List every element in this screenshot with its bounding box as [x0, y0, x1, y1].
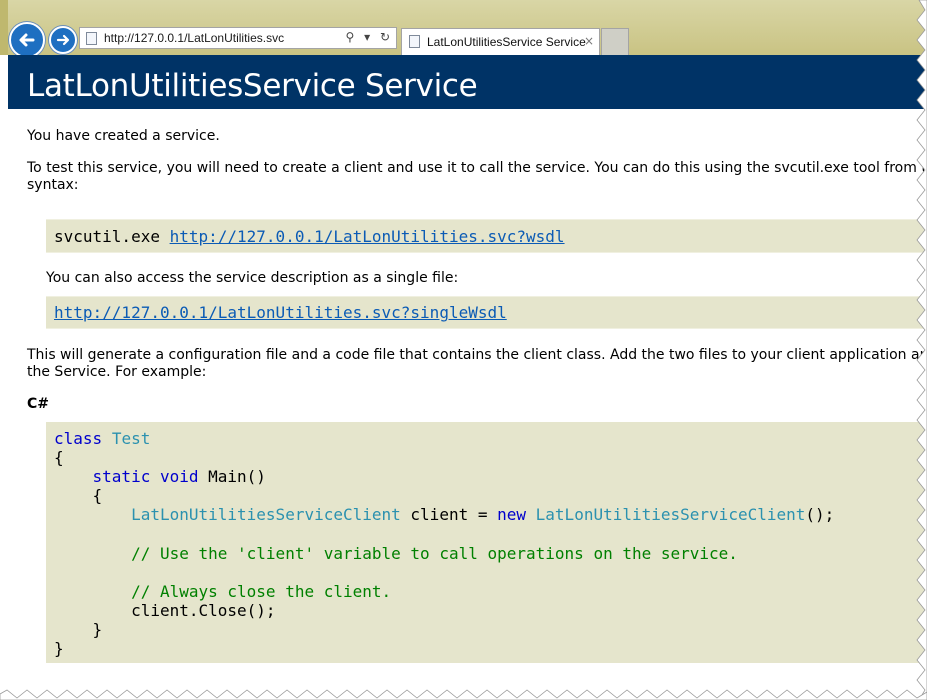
- code-line: }: [54, 620, 103, 639]
- close-icon[interactable]: ×: [584, 34, 594, 48]
- address-url[interactable]: http://127.0.0.1/LatLonUtilities.svc: [104, 31, 284, 45]
- torn-edge-bottom: [0, 689, 927, 700]
- svcutil-command-box: svcutil.exe http://127.0.0.1/LatLonUtili…: [46, 219, 927, 253]
- arrow-right-icon: [56, 34, 70, 46]
- single-wsdl-box: http://127.0.0.1/LatLonUtilities.svc?sin…: [46, 296, 927, 329]
- generate-text-line2: the Service. For example:: [27, 364, 207, 380]
- code-text: ();: [805, 505, 835, 524]
- code-text: {: [92, 486, 103, 505]
- language-label: C#: [27, 396, 50, 412]
- code-keyword: class: [54, 429, 103, 448]
- search-icon[interactable]: ⚲: [345, 30, 354, 44]
- intro-text: You have created a service.: [27, 128, 220, 144]
- torn-edge-right: [916, 0, 927, 700]
- code-keyword: static: [92, 467, 151, 486]
- page-icon: [86, 32, 97, 45]
- back-button[interactable]: [9, 22, 45, 58]
- code-text: Main(): [198, 467, 266, 486]
- browser-chrome: http://127.0.0.1/LatLonUtilities.svc ⚲ ▾…: [0, 0, 927, 58]
- refresh-icon[interactable]: ↻: [380, 30, 390, 44]
- code-line: class Test: [54, 429, 150, 448]
- code-line: static void Main(): [54, 467, 266, 486]
- single-wsdl-link[interactable]: http://127.0.0.1/LatLonUtilities.svc?sin…: [54, 303, 507, 322]
- instructions-line2: syntax:: [27, 177, 79, 193]
- instructions-line1: To test this service, you will need to c…: [27, 160, 927, 176]
- single-file-text: You can also access the service descript…: [46, 270, 459, 286]
- page-content: LatLonUtilitiesService Service You have …: [8, 55, 927, 700]
- chevron-down-icon[interactable]: ▾: [364, 30, 370, 44]
- code-line: }: [54, 639, 64, 658]
- code-line: {: [54, 486, 103, 505]
- code-type: Test: [111, 429, 151, 448]
- code-sample: class Test { static void Main() { LatLon…: [46, 422, 927, 663]
- svcutil-command: svcutil.exe: [54, 227, 170, 246]
- code-line: // Always close the client.: [54, 582, 391, 601]
- code-line: // Use the 'client' variable to call ope…: [54, 544, 738, 563]
- tab-active[interactable]: LatLonUtilitiesService Service ×: [401, 28, 600, 55]
- generate-text-line1: This will generate a configuration file …: [27, 347, 927, 363]
- code-comment: // Use the 'client' variable to call ope…: [131, 544, 738, 563]
- code-comment: // Always close the client.: [131, 582, 392, 601]
- address-bar[interactable]: http://127.0.0.1/LatLonUtilities.svc ⚲ ▾…: [79, 27, 397, 49]
- arrow-left-icon: [19, 33, 35, 47]
- address-bar-icons: ⚲ ▾ ↻: [339, 30, 390, 44]
- code-line: {: [54, 448, 64, 467]
- code-type: LatLonUtilitiesServiceClient: [535, 505, 806, 524]
- code-keyword: void: [159, 467, 199, 486]
- tab-page-icon: [409, 35, 420, 48]
- code-keyword: new: [497, 505, 527, 524]
- code-text: client =: [400, 505, 498, 524]
- code-line: client.Close();: [54, 601, 276, 620]
- code-type: LatLonUtilitiesServiceClient: [131, 505, 401, 524]
- code-text: client.Close();: [131, 601, 276, 620]
- page-title: LatLonUtilitiesService Service: [27, 68, 478, 104]
- code-line: LatLonUtilitiesServiceClient client = ne…: [54, 505, 834, 524]
- page-heading-bar: LatLonUtilitiesService Service: [8, 55, 927, 109]
- wsdl-link[interactable]: http://127.0.0.1/LatLonUtilities.svc?wsd…: [170, 227, 565, 246]
- tab-title[interactable]: LatLonUtilitiesService Service: [427, 35, 586, 49]
- new-tab-button[interactable]: [601, 28, 629, 55]
- forward-button[interactable]: [49, 26, 77, 54]
- code-text: }: [92, 620, 103, 639]
